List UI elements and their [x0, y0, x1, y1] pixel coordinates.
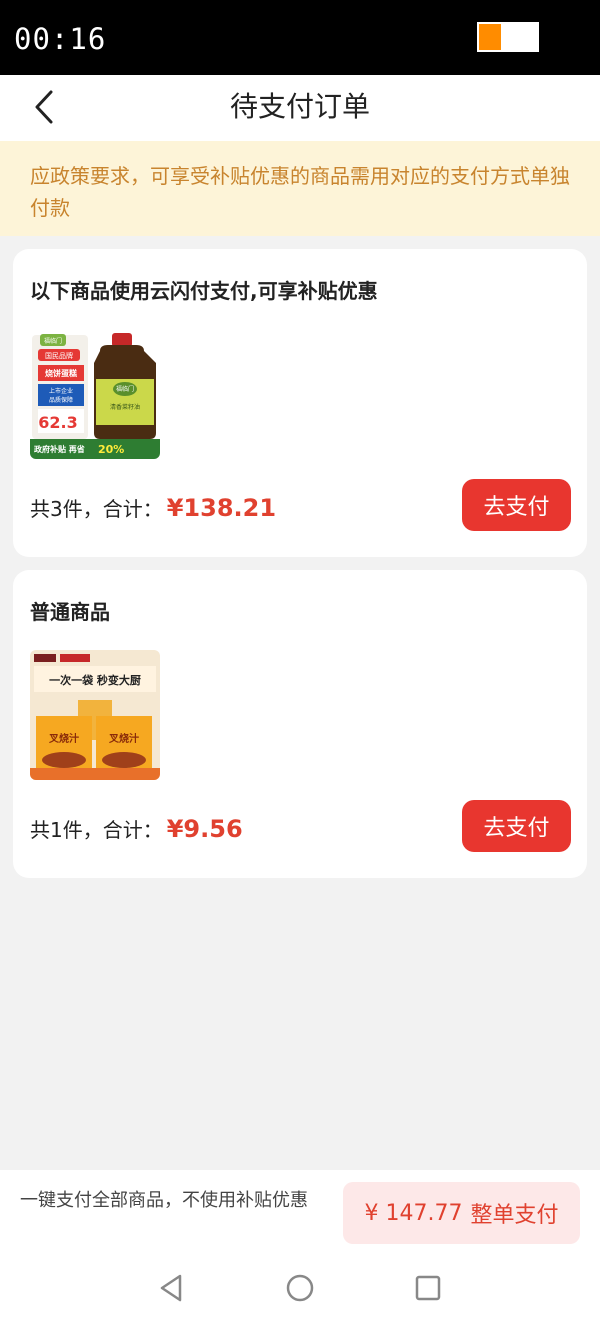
order-summary: 共1件，合计： ¥9.56 — [30, 814, 243, 843]
nav-recents-button[interactable] — [412, 1272, 444, 1304]
square-recents-icon — [415, 1275, 441, 1301]
pay-all-button[interactable]: ¥ 147.77 整单支付 — [343, 1182, 580, 1244]
pay-all-amount: ¥ 147.77 — [364, 1200, 463, 1226]
packet-label-1: 叉烧汁 — [48, 732, 79, 745]
order-summary-label: 共1件，合计： — [30, 818, 163, 842]
thumb-badge-text: 国民品牌 — [45, 351, 73, 360]
status-bar: 00:16 — [0, 0, 600, 75]
order-total-price: ¥138.21 — [166, 494, 277, 522]
thumb-slogan-text: 烧饼蛋糕 — [45, 368, 77, 378]
order-group-title: 普通商品 — [30, 600, 110, 624]
bottom-bar: 一键支付全部商品，不使用补贴优惠 ¥ 147.77 整单支付 — [0, 1170, 600, 1256]
subsidy-notice: 应政策要求，可享受补贴优惠的商品需用对应的支付方式单独付款 — [0, 141, 600, 236]
thumb-price-text: 62.3 — [38, 413, 77, 432]
order-total-price: ¥9.56 — [166, 815, 243, 843]
pay-button[interactable]: 去支付 — [462, 800, 571, 852]
brand-logo-text: 福临门 — [44, 337, 62, 345]
thumb-tag-2: 品质保障 — [49, 396, 73, 404]
circle-home-icon — [286, 1274, 314, 1302]
order-card-regular: 普通商品 一次一袋 秒变大厨 叉烧汁 叉烧汁 共1件，合计： ¥9.56 去支付 — [13, 570, 587, 878]
thumb-slogan-text: 一次一袋 秒变大厨 — [49, 673, 141, 687]
pay-all-note: 一键支付全部商品，不使用补贴优惠 — [20, 1190, 308, 1211]
pay-button[interactable]: 去支付 — [462, 479, 571, 531]
bottle-brand-text: 福临门 — [116, 385, 134, 393]
battery-icon — [477, 22, 539, 52]
nav-home-button[interactable] — [284, 1272, 316, 1304]
thumb-tag-1: 上市企业 — [49, 387, 73, 395]
order-summary-label: 共3件，合计： — [30, 497, 163, 521]
triangle-back-icon — [160, 1274, 182, 1302]
order-card-subsidy: 以下商品使用云闪付支付,可享补贴优惠 福临门 国民品牌 烧饼蛋糕 上市企业 品质… — [13, 249, 587, 557]
status-time: 00:16 — [14, 22, 107, 56]
packet-label-2: 叉烧汁 — [108, 732, 139, 745]
order-group-title: 以下商品使用云闪付支付,可享补贴优惠 — [30, 279, 378, 303]
pay-all-label: 整单支付 — [470, 1203, 559, 1228]
bottle-product-text: 清香菜籽油 — [110, 403, 140, 411]
battery-level — [479, 24, 502, 50]
thumb-subsidy-percent: 20% — [98, 443, 124, 456]
page-title: 待支付订单 — [229, 90, 370, 123]
thumb-subsidy-text: 政府补贴 再省 — [34, 444, 85, 454]
product-thumbnail-oil[interactable]: 福临门 国民品牌 烧饼蛋糕 上市企业 品质保障 62.3 福临门 清香菜籽油 政… — [30, 329, 160, 459]
product-thumbnail-sauce[interactable]: 一次一袋 秒变大厨 叉烧汁 叉烧汁 — [30, 650, 160, 780]
order-summary: 共3件，合计： ¥138.21 — [30, 493, 276, 522]
system-nav-bar — [0, 1256, 600, 1320]
nav-header: 待支付订单 — [0, 75, 600, 141]
nav-back-button[interactable] — [156, 1272, 188, 1304]
